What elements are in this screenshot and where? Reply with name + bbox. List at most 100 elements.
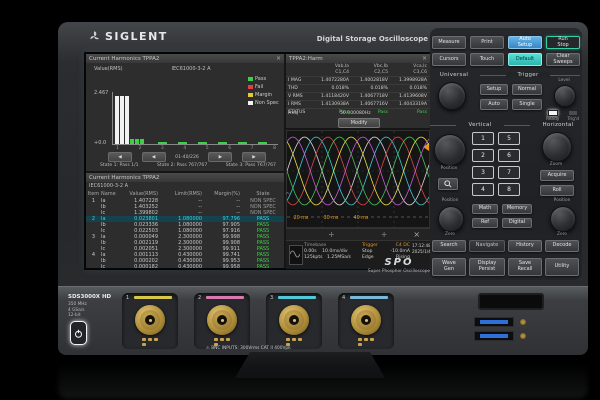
bnc-connector[interactable]: [279, 305, 309, 335]
close-icon[interactable]: ×: [276, 56, 281, 62]
page-last-button[interactable]: ▶: [242, 152, 266, 162]
panel-button[interactable]: Save Recall: [508, 258, 542, 276]
panel-button[interactable]: Clear Sweeps: [546, 53, 580, 66]
panel-button[interactable]: Search: [432, 240, 466, 252]
channel-button[interactable]: 2: [472, 149, 494, 162]
page-prev-button[interactable]: ◀: [142, 152, 166, 162]
panel-button[interactable]: Math: [472, 204, 498, 214]
horizontal-buttons: Acquire Roll: [540, 170, 574, 196]
probe-sense-contacts: [358, 338, 374, 346]
channel-button[interactable]: 1: [472, 132, 494, 145]
harmonic-bar: [140, 139, 144, 144]
col-value: Value(RMS): [117, 191, 161, 197]
zoom-search-button[interactable]: [438, 178, 458, 190]
bnc-channel[interactable]: 1: [122, 293, 178, 349]
panel-button[interactable]: History: [508, 240, 542, 252]
vertical-position-knob[interactable]: [438, 206, 464, 232]
siglent-logo-icon: [88, 30, 101, 43]
trigger-button[interactable]: Single: [512, 99, 542, 110]
panel-button[interactable]: Display Persist: [469, 258, 505, 276]
state-summaries: State 1: Pass 1/1State 2: Pass 767/767St…: [100, 163, 276, 168]
panel-button[interactable]: Memory: [502, 204, 532, 214]
table-row[interactable]: Ic 0.000182 0.430000 99.958 PASS: [86, 264, 284, 268]
bnc-channel[interactable]: 4: [338, 293, 394, 349]
page-next-button[interactable]: ▶: [208, 152, 232, 162]
vertical-scale-knob[interactable]: [434, 134, 466, 166]
bnc-channel[interactable]: 2: [194, 293, 250, 349]
legend-label: Fail: [255, 84, 263, 90]
panel-button[interactable]: Ref: [472, 218, 498, 228]
bnc-channels: 1 2 3 4: [122, 293, 394, 349]
horizontal-button[interactable]: Roll: [540, 185, 574, 196]
timebase-thumbnail[interactable]: [289, 245, 303, 265]
bnc-connector[interactable]: [135, 305, 165, 335]
close-icon[interactable]: ×: [413, 231, 420, 239]
vertical-section-label: Vertical: [456, 122, 504, 128]
panel-button[interactable]: Measure: [432, 36, 466, 49]
horizontal-scale-knob[interactable]: [542, 132, 572, 162]
points: 125kpts: [304, 255, 323, 260]
legend-label: Margin: [255, 92, 272, 98]
y-min-label: +0.0: [94, 140, 106, 146]
channel-button[interactable]: 4: [472, 183, 494, 196]
channel-button[interactable]: 5: [498, 132, 520, 145]
standard-label: IEC61000-3-2 A: [141, 66, 241, 72]
usb-port[interactable]: [474, 331, 514, 341]
plus-icon[interactable]: +: [381, 231, 388, 239]
bnc-channel[interactable]: 3: [266, 293, 322, 349]
bnc-connector[interactable]: [351, 305, 381, 335]
state-summary: State 1: Pass 1/1: [100, 163, 139, 168]
screen[interactable]: Current Harmonics TPPA2 × Value(RMS) IEC…: [84, 52, 432, 270]
trigger-button[interactable]: Auto: [480, 99, 508, 110]
legend-label: Pass: [255, 76, 266, 82]
channel-button[interactable]: 8: [498, 183, 520, 196]
panel-title: Current Harmonics TPPA2: [89, 175, 159, 181]
panel-button[interactable]: Utility: [545, 258, 579, 276]
power-button[interactable]: [70, 321, 87, 345]
panel-button[interactable]: Digital: [502, 218, 532, 228]
waveform-area[interactable]: [286, 130, 430, 228]
panel-button[interactable]: Touch: [470, 53, 504, 66]
modify-button[interactable]: Modify: [338, 118, 380, 128]
channel-button[interactable]: 7: [498, 166, 520, 179]
panel-button[interactable]: Decode: [545, 240, 579, 252]
usb-port[interactable]: [474, 317, 514, 327]
channel-button[interactable]: 3: [472, 166, 494, 179]
aux-connector[interactable]: [520, 319, 526, 325]
channel-button[interactable]: 6: [498, 149, 520, 162]
clock-date: 2025/1/4: [412, 249, 429, 255]
chevron-up-icon[interactable]: ^: [285, 192, 290, 199]
legend-label: Non Spec: [255, 100, 279, 106]
horizontal-position-knob[interactable]: [550, 206, 576, 232]
spo-logo: SPO Super Phosphor Oscilloscope: [344, 258, 454, 274]
panel-button[interactable]: Run Stop: [546, 36, 580, 49]
warning-text: ⚠ BNC INPUTS: 300Vrms CAT II 400Vpk: [206, 346, 291, 351]
status-led: Ready: [546, 110, 559, 122]
panel-button[interactable]: Navigate: [469, 240, 505, 252]
close-icon[interactable]: ×: [422, 56, 427, 62]
trigger-button[interactable]: Setup: [480, 84, 508, 95]
legend-swatch: [248, 101, 253, 105]
horizontal-button[interactable]: Acquire: [540, 170, 574, 181]
plus-icon[interactable]: +: [328, 231, 335, 239]
harmonic-bar: [130, 139, 134, 144]
panel-button[interactable]: Print: [470, 36, 504, 49]
page-first-button[interactable]: ◀: [108, 152, 132, 162]
aux-connector[interactable]: [520, 333, 526, 339]
harmonic-bar: [125, 96, 129, 144]
panel-button[interactable]: Cursors: [432, 53, 466, 66]
universal-knob[interactable]: [438, 82, 466, 110]
measurement-row: V RMS1.4118420V1.4067718V1.4139608V: [286, 92, 430, 100]
panel-button[interactable]: Default: [508, 53, 542, 66]
legend-item: Fail: [248, 84, 279, 90]
time-tick: 30 ms: [316, 216, 346, 221]
phase-header: Vca,Ic C3,C6: [390, 64, 429, 76]
timebase-scale: 10.0ms/div: [322, 249, 348, 254]
trigger-button[interactable]: Normal: [512, 84, 542, 95]
sd-card-slot[interactable]: [478, 293, 544, 310]
harmonic-tick: 5: [206, 146, 209, 151]
bnc-connector[interactable]: [207, 305, 237, 335]
panel-button[interactable]: Auto Setup: [508, 36, 542, 49]
trigger-level-knob[interactable]: [554, 85, 576, 107]
mid-buttons: Math Memory Ref Digital: [472, 204, 532, 228]
